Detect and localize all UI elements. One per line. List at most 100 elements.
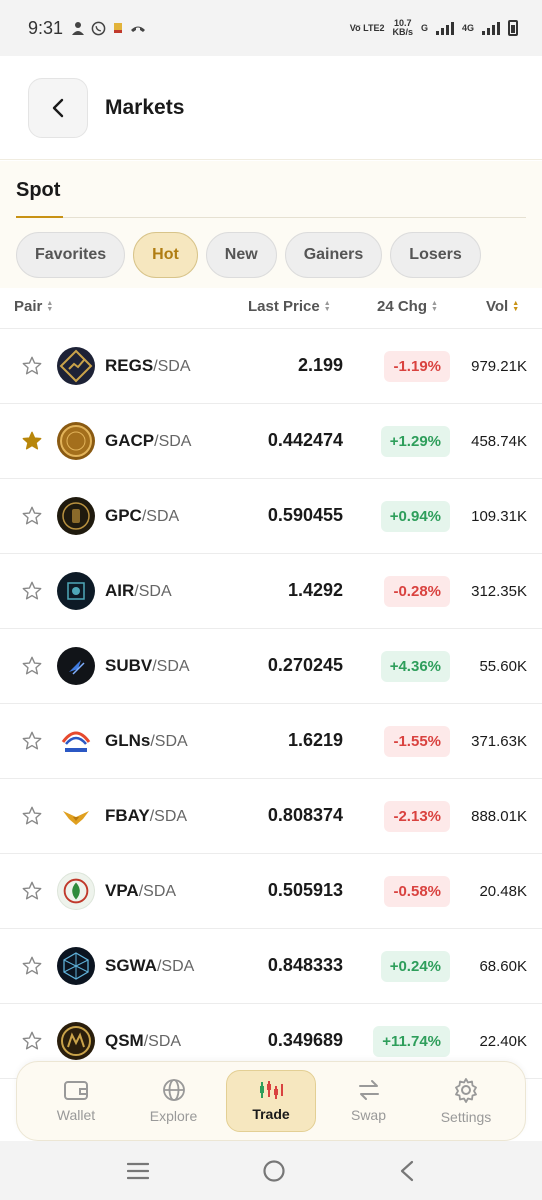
swap-icon [358,1080,379,1100]
nav-settings-label: Settings [440,1109,492,1125]
filter-new[interactable]: New [205,232,277,278]
nav-explore[interactable]: Explore [129,1070,219,1132]
sort-24-chg[interactable]: 24 Chg ▲ ▼ [377,298,438,315]
pair-name: VPA/SDA [105,881,177,900]
gear-icon [455,1078,477,1103]
volume: 55.60K [479,658,527,675]
tab-spot[interactable]: Spot [16,179,60,202]
change-badge: -0.58% [384,876,450,907]
sort-icon: ▲ ▼ [431,299,438,313]
nav-wallet[interactable]: Wallet [31,1070,121,1132]
network-speed-unit: KB/s [392,27,413,37]
bottom-nav: Wallet Explore Trade Swap Settings [16,1061,526,1141]
sort-icon: ▲ ▼ [323,299,331,313]
change-badge: -1.19% [384,351,450,382]
status-bar: 9:31 Vo̅ LTE2 10.7 KB/s G 4G [0,0,542,56]
last-price: 0.590455 [267,505,343,525]
last-price: 0.505913 [267,880,343,900]
sort-vol[interactable]: Vol ▲ ▼ [486,298,519,315]
sort-pair[interactable]: Pair ▲ ▼ [14,298,53,315]
recent-apps-icon[interactable] [126,1162,149,1180]
nav-swap-label: Swap [350,1107,387,1123]
pair-name: REGS/SDA [105,356,191,375]
back-nav-icon[interactable] [399,1160,415,1182]
table-row[interactable]: GACP/SDA 0.442474 +1.29% 458.74K [0,404,542,479]
token-logo-fbay [57,797,95,835]
table-row[interactable]: REGS/SDA 2.199 -1.19% 979.21K [0,329,542,404]
missed-call-icon [131,26,146,32]
star-filled-icon[interactable] [21,430,43,452]
token-logo-vpa [57,872,95,910]
nav-trade[interactable]: Trade [226,1070,316,1132]
table-row[interactable]: AIR/SDA 1.4292 -0.28% 312.35K [0,554,542,629]
last-price: 0.442474 [267,430,343,450]
filter-chips: Favorites Hot New Gainers Losers [16,232,481,278]
token-logo-gpc [57,497,95,535]
table-row[interactable]: SGWA/SDA 0.848333 +0.24% 68.60K [0,929,542,1004]
table-row[interactable]: FBAY/SDA 0.808374 -2.13% 888.01K [0,779,542,854]
star-icon[interactable] [21,655,43,677]
last-price: 1.6219 [287,730,343,750]
filter-losers[interactable]: Losers [390,232,481,278]
nav-swap[interactable]: Swap [324,1070,414,1132]
last-price: 2.199 [297,355,343,375]
last-price: 0.270245 [267,655,343,675]
last-price: 0.808374 [267,805,343,825]
star-icon[interactable] [21,805,43,827]
tab-divider [16,217,526,218]
change-badge: +0.24% [380,951,450,982]
star-icon[interactable] [21,730,43,752]
status-time: 9:31 [28,17,64,38]
table-header: Pair ▲ ▼ Last Price ▲ ▼ 24 Chg ▲ ▼ Vol ▲ ▼ [0,288,542,329]
star-icon[interactable] [21,955,43,977]
star-icon[interactable] [21,1030,43,1052]
back-button[interactable] [28,78,88,138]
pair-name: SUBV/SDA [105,656,190,675]
sort-icon-active: ▲ ▼ [512,299,520,313]
change-badge: +4.36% [380,651,450,682]
market-list: REGS/SDA 2.199 -1.19% 979.21K GACP/SDA 0… [0,329,542,1079]
sort-last-price[interactable]: Last Price ▲ ▼ [248,298,331,315]
star-icon[interactable] [21,505,43,527]
wallet-icon [64,1081,88,1100]
table-row[interactable]: SUBV/SDA 0.270245 +4.36% 55.60K [0,629,542,704]
page-title: Markets [105,96,185,119]
star-icon[interactable] [21,880,43,902]
filter-gainers[interactable]: Gainers [284,232,383,278]
network-label: Vo̅ LTE2 [349,23,385,33]
nav-settings[interactable]: Settings [421,1070,511,1132]
star-icon[interactable] [21,580,43,602]
table-row[interactable]: GLNs/SDA 1.6219 -1.55% 371.63K [0,704,542,779]
volume: 22.40K [479,1033,527,1050]
tab-active-indicator [16,216,63,218]
change-badge: +11.74% [373,1026,450,1057]
person-icon [72,22,85,35]
token-logo-air [57,572,95,610]
last-price: 0.349689 [267,1030,343,1050]
signal-icon-2 [482,21,500,35]
change-badge: -1.55% [384,726,450,757]
candlestick-icon [260,1081,283,1099]
volume: 888.01K [471,808,527,825]
pair-name: QSM/SDA [105,1031,182,1050]
change-badge: +1.29% [380,426,450,457]
filter-hot[interactable]: Hot [133,232,198,278]
home-icon[interactable] [262,1159,286,1183]
table-row[interactable]: GPC/SDA 0.590455 +0.94% 109.31K [0,479,542,554]
filter-favorites[interactable]: Favorites [16,232,126,278]
whatsapp-icon [91,21,106,35]
change-badge: -0.28% [384,576,450,607]
pair-name: GACP/SDA [105,431,192,450]
system-nav-bar [0,1141,542,1200]
token-logo-gacp [57,422,95,460]
token-logo-subv [57,647,95,685]
token-logo-regs [57,347,95,385]
pair-name: GLNs/SDA [105,731,188,750]
header-pair-label: Pair [14,298,43,315]
last-price: 0.848333 [267,955,343,975]
market-type-section: Spot Favorites Hot New Gainers Losers [0,161,542,288]
table-row[interactable]: VPA/SDA 0.505913 -0.58% 20.48K [0,854,542,929]
header-vol-label: Vol [486,298,509,315]
star-icon[interactable] [21,355,43,377]
network-4g-label: 4G [461,23,474,33]
